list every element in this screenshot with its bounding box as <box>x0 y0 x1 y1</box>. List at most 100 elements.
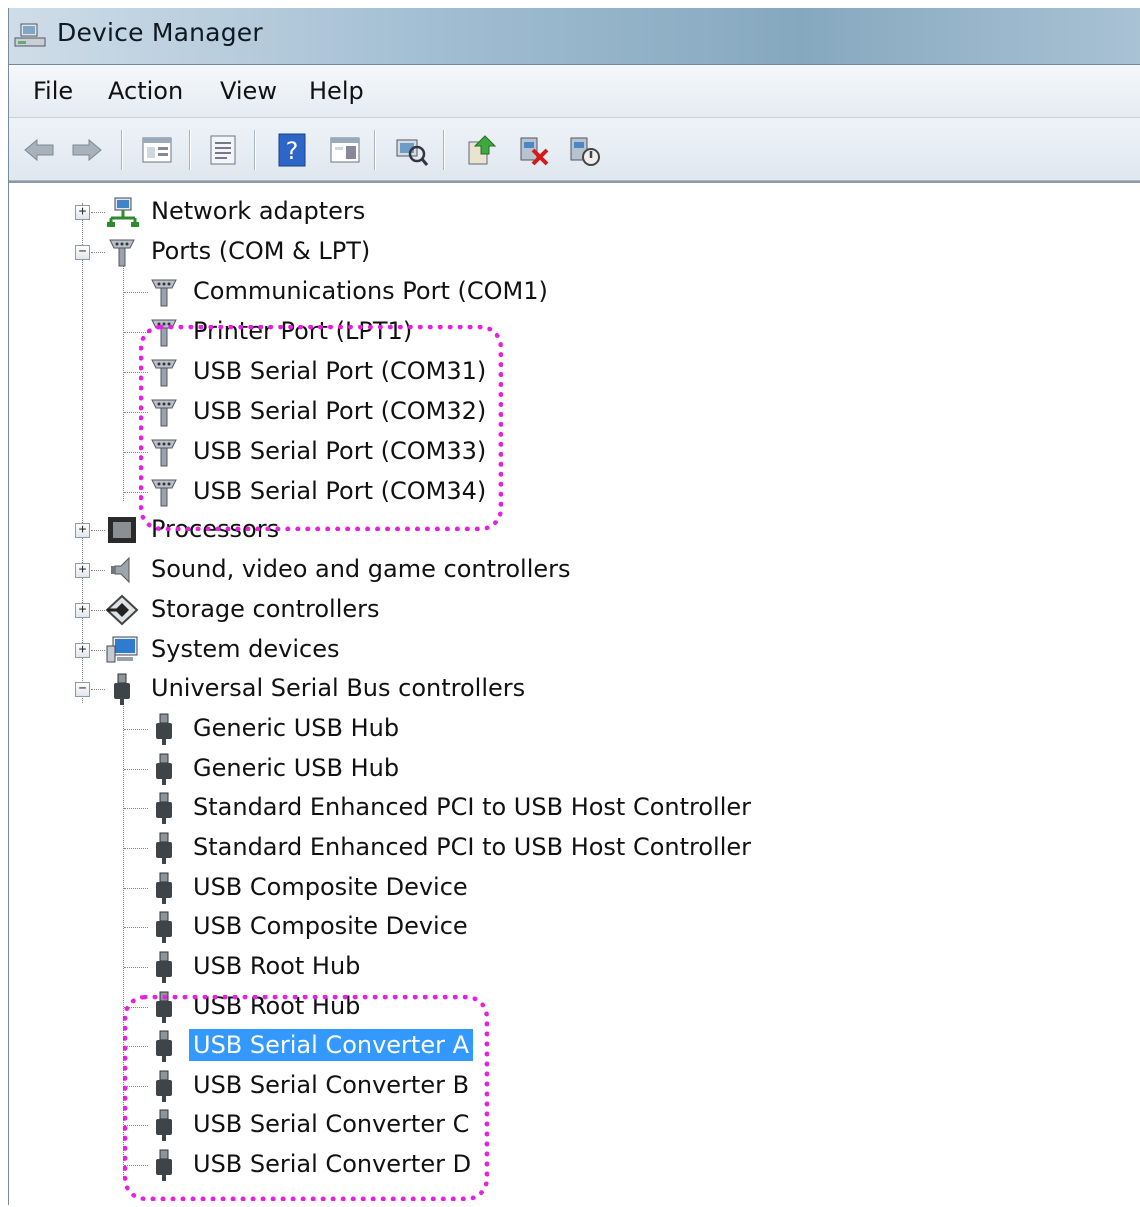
tree-item-usb-device[interactable]: USB Composite Device <box>9 869 809 905</box>
device-manager-window: Device Manager File Action View Help ? +… <box>8 8 1140 1207</box>
tree-item-label: Ports (COM & LPT) <box>151 237 371 265</box>
tree-item-label: System devices <box>151 635 340 663</box>
toolbar-separator <box>121 130 123 170</box>
tree-item-usb-device[interactable]: Standard Enhanced PCI to USB Host Contro… <box>9 789 809 825</box>
storage-controller-icon <box>105 594 139 626</box>
menu-file[interactable]: File <box>29 77 77 105</box>
menu-view[interactable]: View <box>216 77 281 105</box>
processor-icon <box>105 514 139 546</box>
menu-help[interactable]: Help <box>305 77 368 105</box>
toolbar-separator <box>254 130 256 170</box>
disable-icon[interactable] <box>565 132 601 168</box>
collapse-icon[interactable]: − <box>75 682 90 697</box>
tree-item-port[interactable]: Printer Port (LPT1) <box>9 313 709 349</box>
port-icon <box>147 316 181 348</box>
help-icon[interactable]: ? <box>275 132 311 168</box>
tree-item-usb-controllers[interactable]: − Universal Serial Bus controllers <box>9 670 709 706</box>
tree-item-usb-device[interactable]: USB Composite Device <box>9 908 809 944</box>
usb-icon <box>147 792 181 824</box>
tree-item-label: Printer Port (LPT1) <box>193 317 413 345</box>
tree-item-network-adapters[interactable]: + Network adapters <box>9 193 709 229</box>
usb-icon <box>147 713 181 745</box>
tree-item-label: Communications Port (COM1) <box>193 277 548 305</box>
uninstall-icon[interactable] <box>515 132 551 168</box>
speaker-icon <box>105 554 139 586</box>
action-pane-icon[interactable] <box>327 132 363 168</box>
usb-icon <box>147 753 181 785</box>
update-driver-icon[interactable] <box>463 132 499 168</box>
usb-icon <box>147 991 181 1023</box>
tree-item-label: USB Serial Port (COM34) <box>193 477 487 505</box>
tree-item-system-devices[interactable]: + System devices <box>9 631 709 667</box>
window-title: Device Manager <box>57 18 263 47</box>
svg-text:?: ? <box>286 137 299 165</box>
tree-item-label: Storage controllers <box>151 595 380 623</box>
tree-item-ports[interactable]: − Ports (COM & LPT) <box>9 233 709 269</box>
menu-action[interactable]: Action <box>104 77 187 105</box>
network-adapter-icon <box>105 196 139 228</box>
tree-item-label: Universal Serial Bus controllers <box>151 674 526 702</box>
tree-item-port[interactable]: USB Serial Port (COM34) <box>9 473 709 509</box>
device-manager-icon <box>13 22 49 50</box>
tree-item-label: USB Root Hub <box>193 992 361 1020</box>
tree-item-port[interactable]: USB Serial Port (COM31) <box>9 353 709 389</box>
tree-item-label: USB Composite Device <box>193 912 468 940</box>
usb-icon <box>147 1030 181 1062</box>
tree-item-storage[interactable]: + Storage controllers <box>9 591 709 627</box>
tree-item-usb-device-selected[interactable]: USB Serial Converter A <box>9 1027 809 1063</box>
computer-icon <box>105 634 139 666</box>
tree-item-label: USB Serial Converter A <box>189 1029 474 1061</box>
tree-item-usb-device[interactable]: USB Serial Converter C <box>9 1106 809 1142</box>
back-icon[interactable] <box>21 132 57 168</box>
tree-item-sound[interactable]: + Sound, video and game controllers <box>9 551 709 587</box>
scan-hardware-icon[interactable] <box>393 132 429 168</box>
usb-icon <box>147 1109 181 1141</box>
expand-icon[interactable]: + <box>75 603 90 618</box>
tree-item-usb-device[interactable]: Standard Enhanced PCI to USB Host Contro… <box>9 829 809 865</box>
tree-item-port[interactable]: USB Serial Port (COM33) <box>9 433 709 469</box>
show-hide-tree-icon[interactable] <box>139 132 175 168</box>
tree-item-port[interactable]: Communications Port (COM1) <box>9 273 709 309</box>
tree-item-usb-device[interactable]: USB Root Hub <box>9 988 809 1024</box>
port-icon <box>147 356 181 388</box>
tree-item-label: Generic USB Hub <box>193 754 400 782</box>
tree-item-label: Generic USB Hub <box>193 714 400 742</box>
expand-icon[interactable]: + <box>75 563 90 578</box>
tree-item-label: USB Composite Device <box>193 873 468 901</box>
toolbar: ? <box>9 118 1140 181</box>
tree-item-label: Processors <box>151 515 280 543</box>
tree-item-processors[interactable]: + Processors <box>9 511 709 547</box>
menu-bar: File Action View Help <box>9 65 1140 118</box>
expand-icon[interactable]: + <box>75 523 90 538</box>
tree-item-label: USB Serial Converter C <box>193 1110 470 1138</box>
tree-item-label: USB Serial Port (COM31) <box>193 357 487 385</box>
tree-item-label: USB Serial Converter B <box>193 1071 470 1099</box>
tree-item-label: USB Root Hub <box>193 952 361 980</box>
title-bar: Device Manager <box>9 8 1140 65</box>
tree-item-usb-device[interactable]: USB Serial Converter B <box>9 1067 809 1103</box>
expand-icon[interactable]: + <box>75 205 90 220</box>
tree-item-usb-device[interactable]: Generic USB Hub <box>9 750 809 786</box>
tree-item-label: USB Serial Converter D <box>193 1150 472 1178</box>
tree-item-usb-device[interactable]: USB Serial Converter D <box>9 1146 809 1182</box>
properties-icon[interactable] <box>205 132 241 168</box>
tree-item-label: Network adapters <box>151 197 366 225</box>
forward-icon[interactable] <box>69 132 105 168</box>
usb-icon <box>147 911 181 943</box>
device-tree[interactable]: + Network adapters − Ports (COM & LPT) C… <box>9 181 1140 1207</box>
tree-item-label: USB Serial Port (COM33) <box>193 437 487 465</box>
tree-item-label: Standard Enhanced PCI to USB Host Contro… <box>193 833 752 861</box>
tree-item-port[interactable]: USB Serial Port (COM32) <box>9 393 709 429</box>
collapse-icon[interactable]: − <box>75 245 90 260</box>
port-icon <box>147 436 181 468</box>
toolbar-separator <box>443 130 445 170</box>
port-icon <box>147 276 181 308</box>
port-icon <box>147 396 181 428</box>
expand-icon[interactable]: + <box>75 643 90 658</box>
tree-item-usb-device[interactable]: Generic USB Hub <box>9 710 809 746</box>
usb-icon <box>147 872 181 904</box>
tree-item-label: USB Serial Port (COM32) <box>193 397 487 425</box>
toolbar-separator <box>189 130 191 170</box>
tree-item-usb-device[interactable]: USB Root Hub <box>9 948 809 984</box>
usb-icon <box>105 673 139 705</box>
